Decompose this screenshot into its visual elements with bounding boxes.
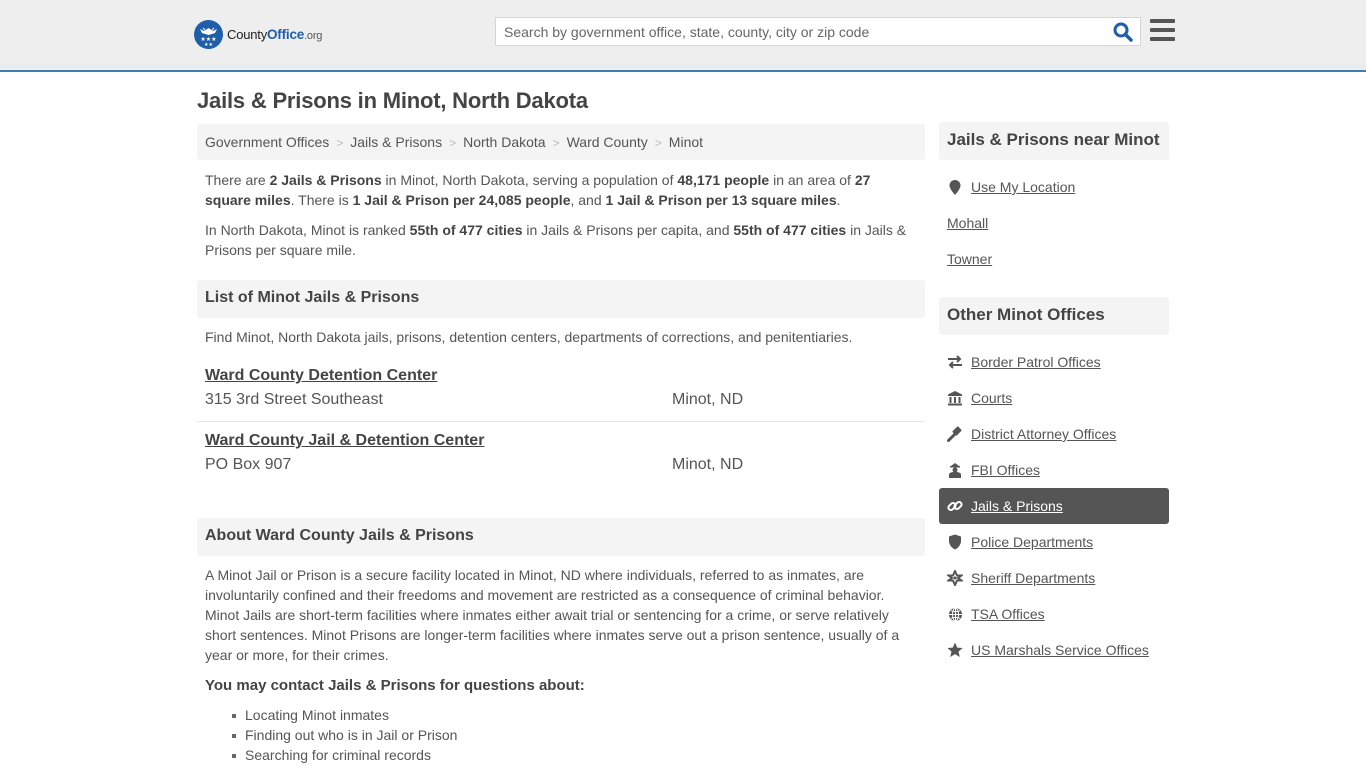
link-icon <box>947 498 963 514</box>
list-section-description: Find Minot, North Dakota jails, prisons,… <box>205 329 853 345</box>
star-icon <box>947 642 963 658</box>
sidebar-link[interactable]: US Marshals Service Offices <box>971 642 1149 658</box>
sidebar-item-police[interactable]: Police Departments <box>939 524 1169 560</box>
chevron-right-icon: > <box>654 136 662 150</box>
svg-text:★★: ★★ <box>204 42 213 48</box>
sidebar-item-courts[interactable]: Courts <box>939 380 1169 416</box>
contact-questions-heading: You may contact Jails & Prisons for ques… <box>205 677 585 694</box>
sidebar-item-sheriff[interactable]: Sheriff Departments <box>939 560 1169 596</box>
sidebar-item-tsa[interactable]: TSA Offices <box>939 596 1169 632</box>
about-section-heading: About Ward County Jails & Prisons <box>197 518 925 556</box>
nearby-city-link-towner[interactable]: Towner <box>947 251 992 267</box>
list-section-heading: List of Minot Jails & Prisons <box>197 280 925 318</box>
eagle-logo-icon: ★★★ ★★ <box>194 20 223 49</box>
globe-icon <box>947 606 963 622</box>
nearby-city-item: Towner <box>939 241 1169 277</box>
list-item: Searching for criminal records <box>231 745 457 765</box>
list-item: Ward County Jail & Detention Center PO B… <box>197 432 925 497</box>
logo-wordmark: CountyOffice.org <box>227 27 323 42</box>
about-section-body: A Minot Jail or Prison is a secure facil… <box>205 567 900 663</box>
intro-text: There are 2 Jails & Prisons in Minot, No… <box>205 170 920 270</box>
sidebar-item-us-marshals[interactable]: US Marshals Service Offices <box>939 632 1169 668</box>
search-input[interactable] <box>504 18 1104 45</box>
other-offices-heading: Other Minot Offices <box>939 297 1169 335</box>
search-box <box>495 17 1141 46</box>
facility-name-link[interactable]: Ward County Detention Center <box>205 367 437 385</box>
chevron-right-icon: > <box>336 136 344 150</box>
exchange-icon <box>947 354 963 370</box>
nearby-heading: Jails & Prisons near Minot <box>939 122 1169 160</box>
gavel-icon <box>947 426 963 442</box>
nearby-city-link-mohall[interactable]: Mohall <box>947 215 988 231</box>
intro-rank-paragraph: In North Dakota, Minot is ranked 55th of… <box>205 222 907 258</box>
sidebar-item-district-attorney[interactable]: District Attorney Offices <box>939 416 1169 452</box>
breadcrumb-minot[interactable]: Minot <box>669 134 703 150</box>
hamburger-menu-icon[interactable] <box>1150 19 1175 42</box>
page-title: Jails & Prisons in Minot, North Dakota <box>197 88 588 113</box>
sidebar-item-fbi[interactable]: FBI Offices <box>939 452 1169 488</box>
search-button[interactable] <box>1112 21 1134 43</box>
chevron-right-icon: > <box>552 136 560 150</box>
sidebar-link[interactable]: FBI Offices <box>971 462 1040 478</box>
list-item: Ward County Detention Center 315 3rd Str… <box>197 367 925 422</box>
site-logo[interactable]: ★★★ ★★ CountyOffice.org <box>194 20 322 49</box>
use-my-location-link[interactable]: Use My Location <box>971 179 1075 195</box>
sidebar-link[interactable]: Jails & Prisons <box>971 498 1063 514</box>
contact-questions-list: Locating Minot inmates Finding out who i… <box>231 705 458 765</box>
facility-city: Minot, ND <box>672 391 744 408</box>
use-my-location-item: Use My Location <box>939 169 1169 205</box>
facility-name-link[interactable]: Ward County Jail & Detention Center <box>205 432 484 450</box>
sidebar-link[interactable]: TSA Offices <box>971 606 1045 622</box>
list-item: Locating Minot inmates <box>231 705 457 725</box>
facility-address: 315 3rd Street Southeast <box>205 391 383 408</box>
shield-icon <box>947 534 963 550</box>
nearby-city-item: Mohall <box>939 205 1169 241</box>
search-icon <box>1113 22 1133 42</box>
breadcrumb-jails-prisons[interactable]: Jails & Prisons <box>350 134 442 150</box>
breadcrumb-government-offices[interactable]: Government Offices <box>205 134 329 150</box>
agent-icon <box>947 462 963 478</box>
site-header: ★★★ ★★ CountyOffice.org <box>0 0 1366 72</box>
sidebar-link[interactable]: Police Departments <box>971 534 1093 550</box>
courthouse-icon <box>947 390 963 406</box>
sidebar-link[interactable]: Courts <box>971 390 1012 406</box>
list-item: Finding out who is in Jail or Prison <box>231 727 458 743</box>
sidebar-link[interactable]: Border Patrol Offices <box>971 354 1101 370</box>
breadcrumb-north-dakota[interactable]: North Dakota <box>463 134 545 150</box>
sidebar-link[interactable]: District Attorney Offices <box>971 426 1116 442</box>
facility-city: Minot, ND <box>672 456 744 473</box>
sheriff-star-icon <box>947 570 963 586</box>
sidebar-item-jails-prisons[interactable]: Jails & Prisons <box>939 488 1169 524</box>
chevron-right-icon: > <box>449 136 457 150</box>
sidebar-link[interactable]: Sheriff Departments <box>971 570 1095 586</box>
sidebar-item-border-patrol[interactable]: Border Patrol Offices <box>939 344 1169 380</box>
map-marker-icon <box>947 179 963 195</box>
breadcrumb: Government Offices > Jails & Prisons > North… <box>197 124 925 160</box>
breadcrumb-ward-county[interactable]: Ward County <box>567 134 648 150</box>
facility-address: PO Box 907 <box>205 456 292 473</box>
intro-stats-paragraph: There are 2 Jails & Prisons in Minot, No… <box>205 172 871 208</box>
